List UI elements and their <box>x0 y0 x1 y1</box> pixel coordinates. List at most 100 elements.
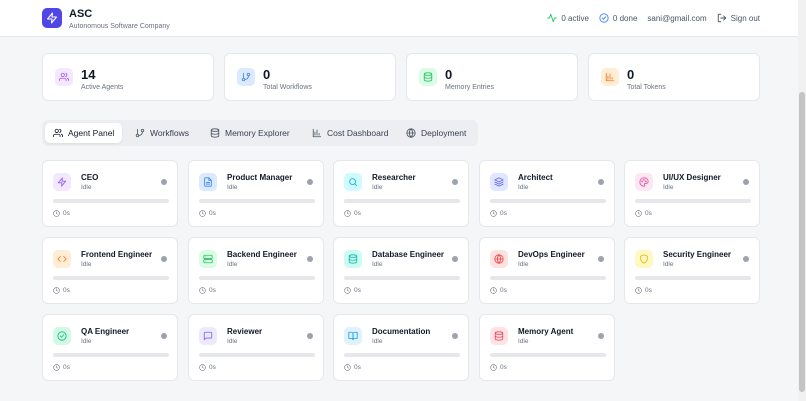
progress-bar <box>53 199 169 203</box>
app-logo[interactable] <box>42 8 62 28</box>
agent-time-label: 0s <box>500 364 507 371</box>
agent-card-backend-engineer[interactable]: Backend Engineer Idle 0s <box>188 237 324 304</box>
tab-label: Memory Explorer <box>225 128 290 138</box>
agent-card-ui-ux-designer[interactable]: UI/UX Designer Idle 0s <box>624 160 760 227</box>
palette-icon <box>639 177 649 187</box>
agent-status: Idle <box>227 338 238 345</box>
server-icon <box>203 254 213 264</box>
clock-icon <box>199 364 206 371</box>
message-square-icon <box>203 331 213 341</box>
clock-icon <box>635 287 642 294</box>
agent-time: 0s <box>635 287 652 294</box>
agent-status: Idle <box>81 184 92 191</box>
status-dot <box>452 333 458 339</box>
agent-card-database-engineer[interactable]: Database Engineer Idle 0s <box>333 237 469 304</box>
progress-bar <box>344 199 460 203</box>
agent-card-devops-engineer[interactable]: DevOps Engineer Idle 0s <box>479 237 615 304</box>
agent-status: Idle <box>372 338 383 345</box>
database-icon <box>210 128 220 138</box>
git-branch-icon <box>241 72 251 82</box>
agent-card-security-engineer[interactable]: Security Engineer Idle 0s <box>624 237 760 304</box>
status-dot <box>598 333 604 339</box>
agent-icon-wrap <box>344 173 362 191</box>
agent-card-frontend-engineer[interactable]: Frontend Engineer Idle 0s <box>42 237 178 304</box>
clock-icon <box>53 364 60 371</box>
agent-status: Idle <box>663 184 674 191</box>
agent-name: QA Engineer <box>81 327 130 336</box>
clock-icon <box>490 287 497 294</box>
database-icon <box>494 331 504 341</box>
progress-bar <box>490 199 606 203</box>
globe-icon <box>406 128 416 138</box>
git-branch-icon <box>135 128 145 138</box>
page-scrollbar[interactable] <box>798 0 806 401</box>
tab-label: Workflows <box>150 128 190 138</box>
progress-bar <box>199 353 315 357</box>
agent-time-label: 0s <box>354 287 361 294</box>
agent-time-label: 0s <box>500 287 507 294</box>
agent-card-ceo[interactable]: CEO Idle 0s <box>42 160 178 227</box>
agent-icon-wrap <box>53 250 71 268</box>
tab-workflows[interactable]: Workflows <box>127 123 197 143</box>
agent-card-researcher[interactable]: Researcher Idle 0s <box>333 160 469 227</box>
progress-bar <box>53 276 169 280</box>
stat-label: Memory Entries <box>445 84 495 91</box>
active-count-label: 0 active <box>561 13 589 23</box>
status-dot <box>452 256 458 262</box>
zap-icon <box>46 12 58 24</box>
code-icon <box>57 256 67 262</box>
agent-card-memory-agent[interactable]: Memory Agent Idle 0s <box>479 314 615 381</box>
stat-value: 14 <box>81 67 96 82</box>
agent-time: 0s <box>53 364 70 371</box>
agent-name: Database Engineer <box>372 250 445 259</box>
agent-time: 0s <box>490 210 507 217</box>
users-icon <box>53 128 63 138</box>
agent-name: Researcher <box>372 173 416 182</box>
agent-card-product-manager[interactable]: Product Manager Idle 0s <box>188 160 324 227</box>
agent-card-architect[interactable]: Architect Idle 0s <box>479 160 615 227</box>
agent-name: Product Manager <box>227 173 293 182</box>
agent-time: 0s <box>53 210 70 217</box>
progress-bar <box>199 199 315 203</box>
search-icon <box>349 178 358 187</box>
database-icon <box>348 254 358 264</box>
sign-out-button[interactable]: Sign out <box>717 13 760 23</box>
agent-card-reviewer[interactable]: Reviewer Idle 0s <box>188 314 324 381</box>
agent-card-documentation[interactable]: Documentation Idle 0s <box>333 314 469 381</box>
agent-time-label: 0s <box>354 210 361 217</box>
agent-time: 0s <box>490 287 507 294</box>
agent-status: Idle <box>81 261 92 268</box>
agent-name: Frontend Engineer <box>81 250 153 259</box>
tab-memory-explorer[interactable]: Memory Explorer <box>202 123 298 143</box>
clock-icon <box>344 287 351 294</box>
agent-time: 0s <box>635 210 652 217</box>
stat-value: 0 <box>627 67 635 82</box>
stat-card: 14 Active Agents <box>42 53 214 101</box>
progress-bar <box>199 276 315 280</box>
status-dot <box>307 333 313 339</box>
layers-icon <box>494 177 504 187</box>
users-icon <box>59 72 69 82</box>
agent-card-qa-engineer[interactable]: QA Engineer Idle 0s <box>42 314 178 381</box>
tab-cost-dashboard[interactable]: Cost Dashboard <box>304 123 396 143</box>
progress-bar <box>490 353 606 357</box>
tab-label: Cost Dashboard <box>327 128 389 138</box>
tab-agent-panel[interactable]: Agent Panel <box>45 123 123 143</box>
status-dot <box>452 179 458 185</box>
agent-status: Idle <box>663 261 674 268</box>
stat-card: 0 Memory Entries <box>406 53 578 101</box>
user-email: sani@gmail.com <box>647 13 707 23</box>
agent-status: Idle <box>227 261 238 268</box>
clock-icon <box>199 287 206 294</box>
progress-bar <box>635 276 751 280</box>
agent-name: Security Engineer <box>663 250 732 259</box>
agent-time: 0s <box>199 364 216 371</box>
tab-label: Deployment <box>421 128 467 138</box>
agent-name: DevOps Engineer <box>518 250 585 259</box>
sign-out-label: Sign out <box>730 13 760 23</box>
agent-time-label: 0s <box>209 287 216 294</box>
agent-time: 0s <box>344 364 361 371</box>
tab-deployment[interactable]: Deployment <box>398 123 474 143</box>
agent-time-label: 0s <box>209 364 216 371</box>
scrollbar-thumb[interactable] <box>799 92 805 392</box>
